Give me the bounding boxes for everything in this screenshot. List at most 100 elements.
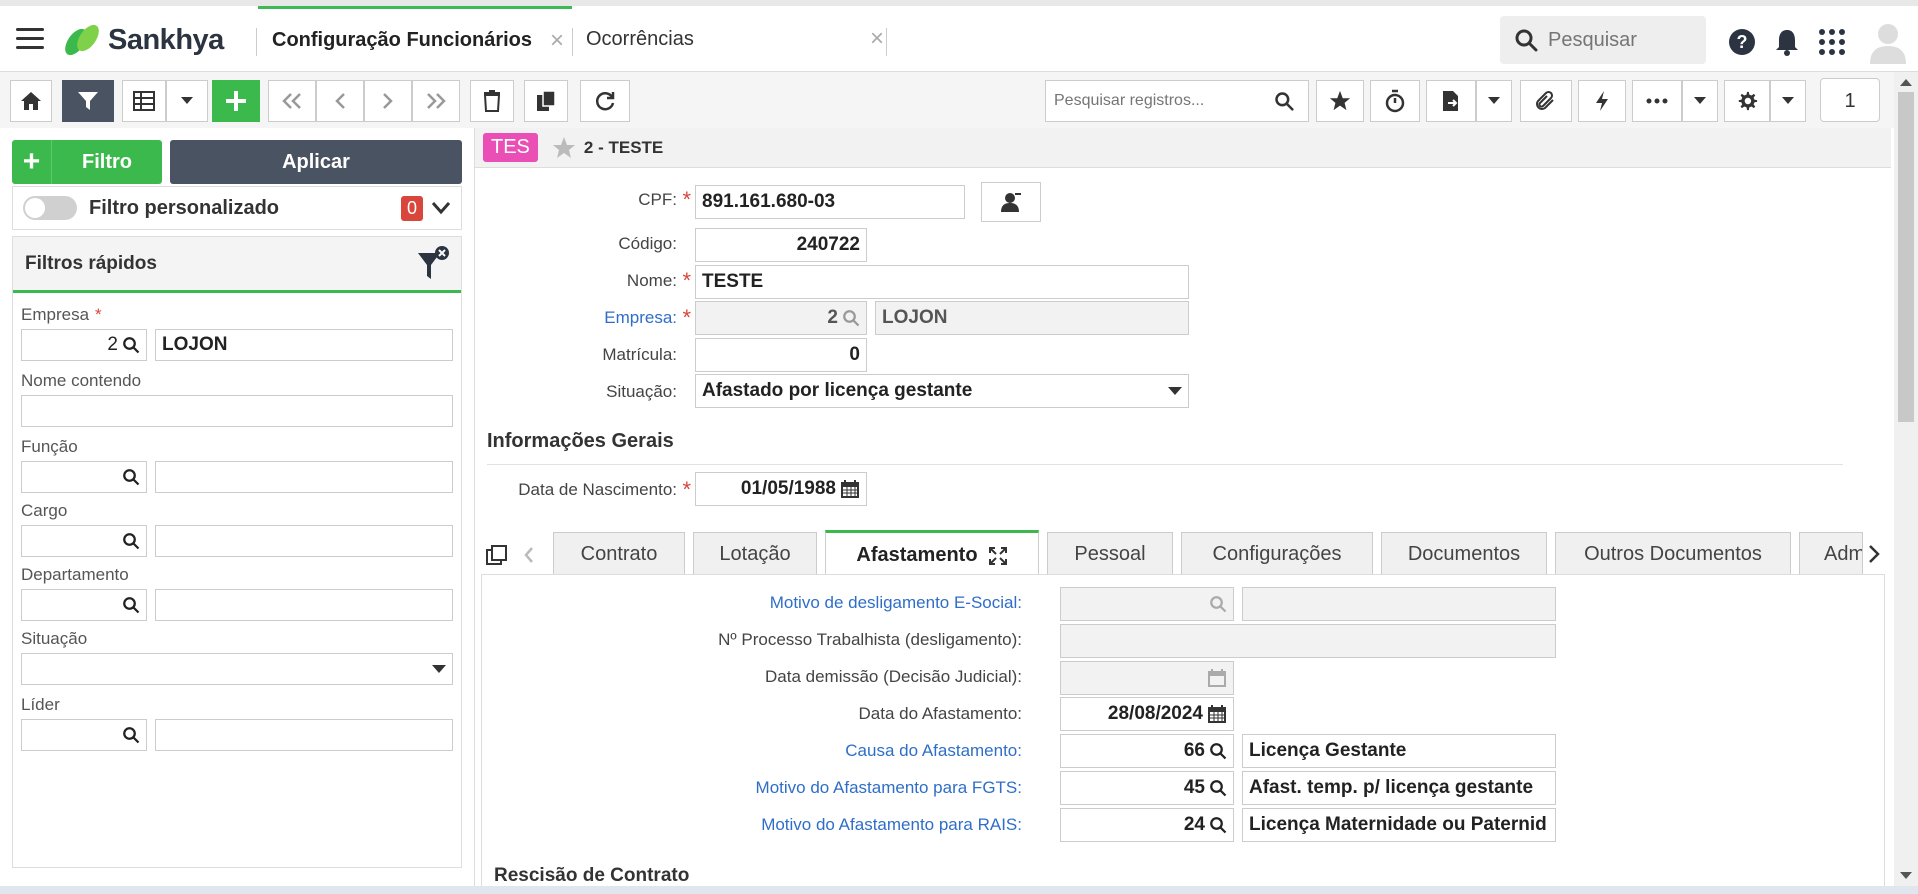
scroll-thumb[interactable]	[1898, 92, 1914, 422]
grid-view-button[interactable]	[122, 80, 166, 122]
lider-code-field[interactable]	[21, 719, 147, 751]
tab-adm[interactable]: Adm	[1799, 532, 1863, 576]
more-options-button[interactable]	[1632, 80, 1682, 122]
attachment-button[interactable]	[1520, 80, 1572, 122]
tab-pessoal[interactable]: Pessoal	[1047, 532, 1173, 576]
help-icon[interactable]: ?	[1728, 28, 1756, 56]
funcao-name-field[interactable]	[155, 461, 453, 493]
timer-button[interactable]	[1370, 80, 1420, 122]
refresh-button[interactable]	[580, 80, 630, 122]
chevron-left-icon[interactable]	[523, 546, 535, 564]
actions-button[interactable]	[1578, 80, 1626, 122]
empresa-link[interactable]: Empresa: *	[477, 305, 691, 330]
nome-input[interactable]: TESTE	[695, 265, 1189, 299]
empresa-name-field[interactable]: LOJON	[155, 329, 453, 361]
favorite-button[interactable]	[1316, 80, 1364, 122]
home-button[interactable]	[10, 80, 52, 122]
situacao-select[interactable]: Afastado por licença gestante	[695, 374, 1189, 408]
clear-filter-icon[interactable]	[417, 245, 449, 283]
empresa-code-field[interactable]: 2	[21, 329, 147, 361]
search-icon[interactable]	[122, 468, 140, 486]
scroll-up-icon[interactable]	[1900, 78, 1912, 86]
search-icon[interactable]	[1209, 816, 1227, 834]
causa-afastamento-code-field[interactable]: 66	[1060, 734, 1234, 768]
nome-contendo-label: Nome contendo	[21, 371, 142, 390]
tab-outros-documentos[interactable]: Outros Documentos	[1555, 532, 1791, 576]
last-record-button[interactable]	[412, 80, 460, 122]
record-search[interactable]	[1045, 80, 1309, 122]
chevron-down-icon[interactable]	[431, 201, 451, 215]
export-button[interactable]	[1426, 80, 1476, 122]
close-tab-icon[interactable]: ×	[550, 27, 564, 55]
search-icon[interactable]	[122, 532, 140, 550]
apps-grid-icon[interactable]	[1818, 28, 1846, 56]
tab-separator	[886, 28, 887, 56]
chevron-right-icon[interactable]	[1867, 544, 1881, 564]
first-record-button[interactable]	[268, 80, 316, 122]
motivo-desligamento-link[interactable]: Motivo de desligamento E-Social:	[482, 593, 1022, 613]
funcao-code-field[interactable]	[21, 461, 147, 493]
custom-filter-toggle[interactable]	[23, 196, 77, 220]
previous-record-button[interactable]	[316, 80, 364, 122]
lider-name-field[interactable]	[155, 719, 453, 751]
tab-documentos[interactable]: Documentos	[1381, 532, 1547, 576]
tab-afastamento[interactable]: Afastamento	[825, 530, 1039, 578]
sankhya-logo[interactable]: Sankhya	[62, 18, 224, 62]
vertical-scrollbar[interactable]	[1894, 72, 1918, 894]
more-options-dropdown[interactable]	[1682, 80, 1718, 122]
calendar-icon[interactable]	[840, 479, 860, 499]
causa-afastamento-link[interactable]: Causa do Afastamento:	[482, 741, 1022, 761]
scroll-down-icon[interactable]	[1900, 872, 1912, 880]
tab-configuracao-funcionarios[interactable]: Configuração Funcionários ×	[258, 6, 572, 72]
menu-icon[interactable]	[16, 28, 44, 50]
delete-button[interactable]	[470, 80, 514, 122]
tab-contrato[interactable]: Contrato	[553, 532, 685, 576]
motivo-fgts-link[interactable]: Motivo do Afastamento para FGTS:	[482, 778, 1022, 798]
record-search-input[interactable]	[1054, 92, 1274, 110]
cpf-input[interactable]: 891.161.680-03	[695, 185, 965, 219]
close-tab-icon[interactable]: ×	[870, 25, 884, 53]
situacao-select[interactable]	[21, 653, 453, 685]
search-icon[interactable]	[1209, 742, 1227, 760]
export-dropdown[interactable]	[1476, 80, 1512, 122]
user-avatar-icon[interactable]	[1868, 20, 1908, 64]
data-afastamento-input[interactable]: 28/08/2024	[1060, 697, 1234, 731]
expand-icon[interactable]	[988, 546, 1008, 566]
tab-ocorrencias[interactable]: Ocorrências ×	[574, 6, 884, 72]
data-nascimento-input[interactable]: 01/05/1988	[695, 472, 867, 506]
global-search[interactable]	[1500, 16, 1706, 64]
duplicate-button[interactable]	[524, 80, 568, 122]
search-icon[interactable]	[1209, 779, 1227, 797]
search-icon[interactable]	[122, 726, 140, 744]
global-search-input[interactable]	[1548, 28, 1688, 52]
favorite-star-icon[interactable]	[552, 136, 576, 160]
search-icon[interactable]	[122, 336, 140, 354]
search-icon[interactable]	[122, 596, 140, 614]
cargo-name-field[interactable]	[155, 525, 453, 557]
departamento-name-field[interactable]	[155, 589, 453, 621]
page-number[interactable]: 1	[1820, 78, 1880, 122]
motivo-fgts-code-field[interactable]: 45	[1060, 771, 1234, 805]
bell-icon[interactable]	[1774, 28, 1800, 56]
apply-button[interactable]: Aplicar	[170, 140, 462, 184]
motivo-rais-link[interactable]: Motivo do Afastamento para RAIS:	[482, 815, 1022, 835]
person-lookup-button[interactable]	[981, 182, 1041, 222]
motivo-rais-code-field[interactable]: 24	[1060, 808, 1234, 842]
next-record-button[interactable]	[364, 80, 412, 122]
calendar-icon[interactable]	[1207, 704, 1227, 724]
codigo-input[interactable]: 240722	[695, 228, 867, 262]
cargo-code-field[interactable]	[21, 525, 147, 557]
tab-configuracoes[interactable]: Configurações	[1181, 532, 1373, 576]
tab-lotacao[interactable]: Lotação	[693, 532, 817, 576]
add-filter-button[interactable]: + Filtro	[12, 140, 162, 184]
add-record-button[interactable]	[212, 80, 260, 122]
search-icon[interactable]	[1274, 91, 1294, 111]
settings-dropdown[interactable]	[1770, 80, 1806, 122]
grid-view-dropdown[interactable]	[166, 80, 208, 122]
nome-contendo-input[interactable]	[21, 395, 453, 427]
settings-button[interactable]	[1724, 80, 1770, 122]
detach-window-icon[interactable]	[485, 544, 509, 568]
departamento-code-field[interactable]	[21, 589, 147, 621]
matricula-input[interactable]: 0	[695, 338, 867, 372]
filter-button[interactable]	[62, 80, 114, 122]
